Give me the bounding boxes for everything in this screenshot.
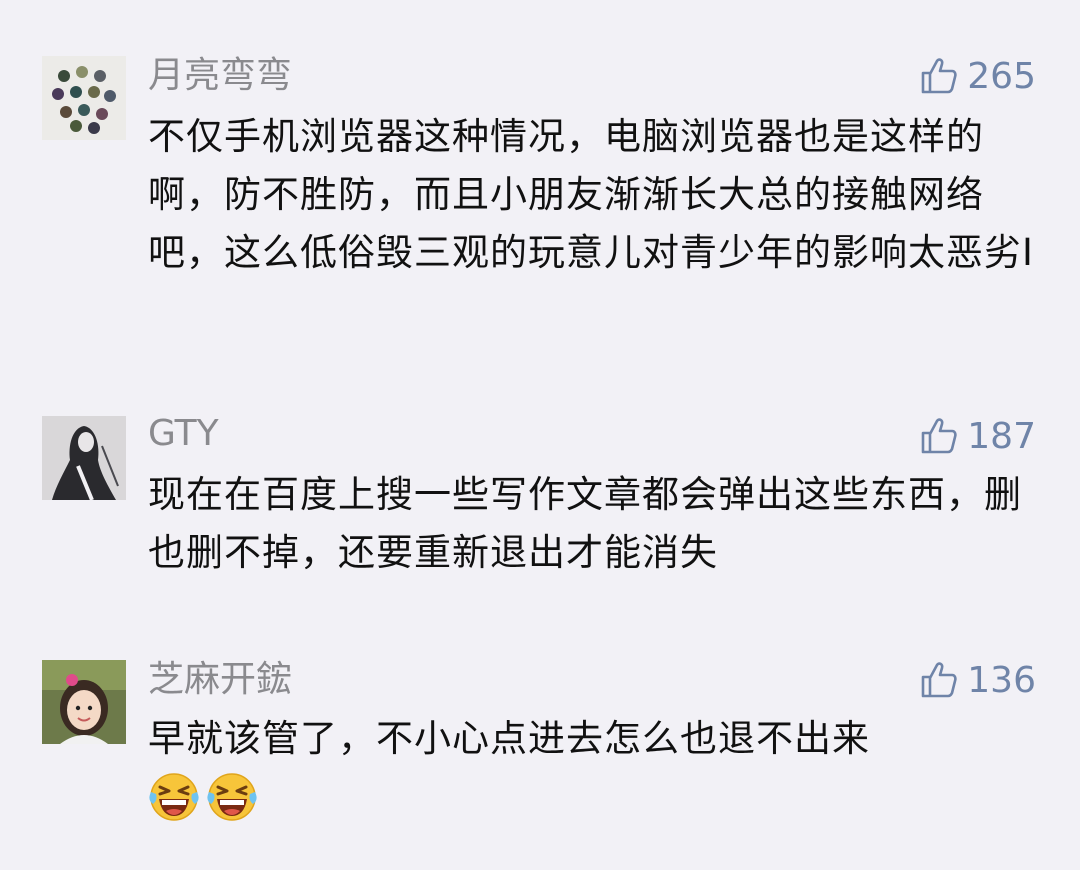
sketch-figure-avatar-icon	[42, 416, 126, 500]
user-avatar[interactable]	[42, 660, 126, 744]
laughing-crying-emoji-icon	[207, 773, 257, 821]
username[interactable]: 月亮弯弯	[148, 56, 292, 96]
user-avatar[interactable]	[42, 56, 126, 140]
emoji-row	[148, 770, 258, 822]
child-photo-avatar-icon	[42, 660, 126, 744]
thumbs-up-icon	[921, 418, 957, 454]
username[interactable]: GTY	[148, 414, 219, 454]
user-avatar[interactable]	[42, 416, 126, 500]
like-button[interactable]: 265	[919, 54, 1036, 98]
thumbs-up-icon	[921, 662, 957, 698]
like-button[interactable]: 136	[919, 658, 1036, 702]
like-count: 136	[967, 659, 1036, 701]
comment-text: 不仅手机浏览器这种情况，电脑浏览器也是这样的啊，防不胜防，而且小朋友渐渐长大总的…	[148, 115, 1034, 274]
thumbs-up-icon	[921, 58, 957, 94]
laughing-crying-emoji-icon	[149, 773, 199, 821]
username[interactable]: 芝麻开鋐	[148, 660, 292, 700]
comment-text: 现在在百度上搜一些写作文章都会弹出这些东西，删也删不掉，还要重新退出才能消失	[148, 473, 1022, 574]
like-button[interactable]: 187	[919, 414, 1036, 458]
like-count: 187	[967, 415, 1036, 457]
pearls-avatar-icon	[42, 56, 126, 140]
comment-text: 早就该管了，不小心点进去怎么也退不出来	[148, 717, 870, 760]
like-count: 265	[967, 55, 1036, 97]
